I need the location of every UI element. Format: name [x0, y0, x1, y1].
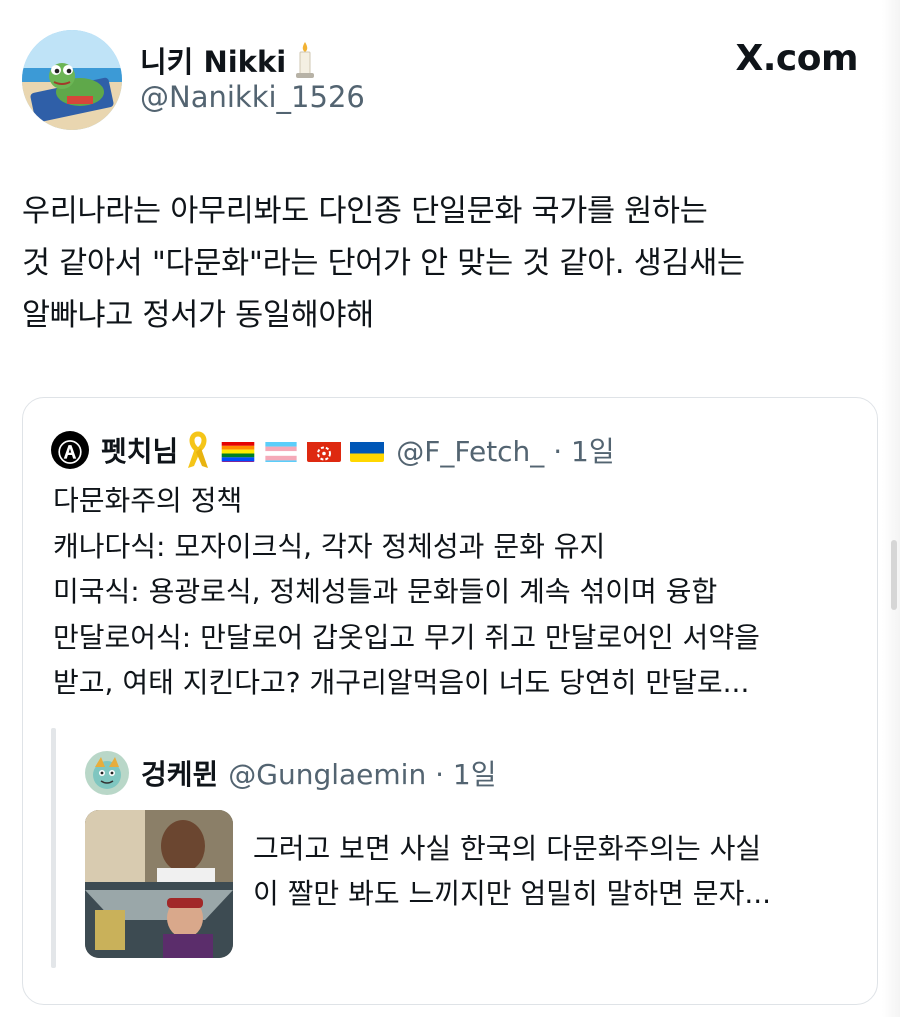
cartoon-character-icon	[85, 751, 129, 795]
anarchy-symbol-icon[interactable]: Ⓐ	[51, 431, 89, 469]
author-handle[interactable]: @Nanikki_1526	[140, 80, 365, 114]
nested-tweet-header: 겅케뮌 @Gunglaemin · 1일	[85, 750, 497, 796]
ukraine-flag-icon	[350, 439, 385, 462]
tweet-text: 우리나라는 아무리봐도 다인종 단일문화 국가를 원하는 것 같아서 "다문화"…	[22, 194, 745, 333]
transgender-flag-icon	[264, 439, 298, 462]
quoted-tweet-text: 다문화주의 정책 캐나다식: 모자이크식, 각자 정체성과 문화 유지 미국식:…	[53, 484, 760, 699]
yellow-ribbon-icon	[188, 431, 209, 468]
quoted-handle-time[interactable]: @F_Fetch_ · 1일	[396, 430, 614, 470]
nested-quote-bar	[51, 728, 56, 968]
x-logo[interactable]: X.com	[735, 38, 858, 79]
nested-tweet-text: 그러고 보면 사실 한국의 다문화주의는 사실 이 짤만 봐도 느끼지만 엄밀히…	[253, 832, 772, 910]
nested-handle-time[interactable]: @Gunglaemin · 1일	[228, 753, 496, 793]
market-thumbnail-image	[85, 810, 233, 958]
nested-author-avatar[interactable]	[85, 751, 129, 795]
nested-display-name[interactable]: 겅케뮌	[141, 753, 218, 793]
scroll-edge	[882, 0, 900, 1017]
quoted-tweet-header: Ⓐ 펫치님 @F_Fetch_ · 1일	[51, 430, 615, 470]
quoted-tweet-card[interactable]: Ⓐ 펫치님 @F_Fetch_ · 1일 다문화주의 정책 캐나다식: 모자이크…	[22, 397, 878, 1005]
frog-avatar-icon	[22, 30, 122, 130]
author-avatar[interactable]	[22, 30, 122, 130]
author-name-row[interactable]: 니키 Nikki	[140, 38, 318, 82]
scrollbar-thumb[interactable]	[891, 540, 897, 610]
rainbow-flag-icon	[221, 439, 255, 462]
candle-icon	[292, 40, 318, 80]
quoted-display-name[interactable]: 펫치님	[101, 430, 178, 470]
nested-video-thumbnail[interactable]	[85, 810, 233, 958]
author-display-name[interactable]: 니키 Nikki	[140, 39, 286, 81]
hong-kong-flag-icon	[307, 439, 342, 462]
